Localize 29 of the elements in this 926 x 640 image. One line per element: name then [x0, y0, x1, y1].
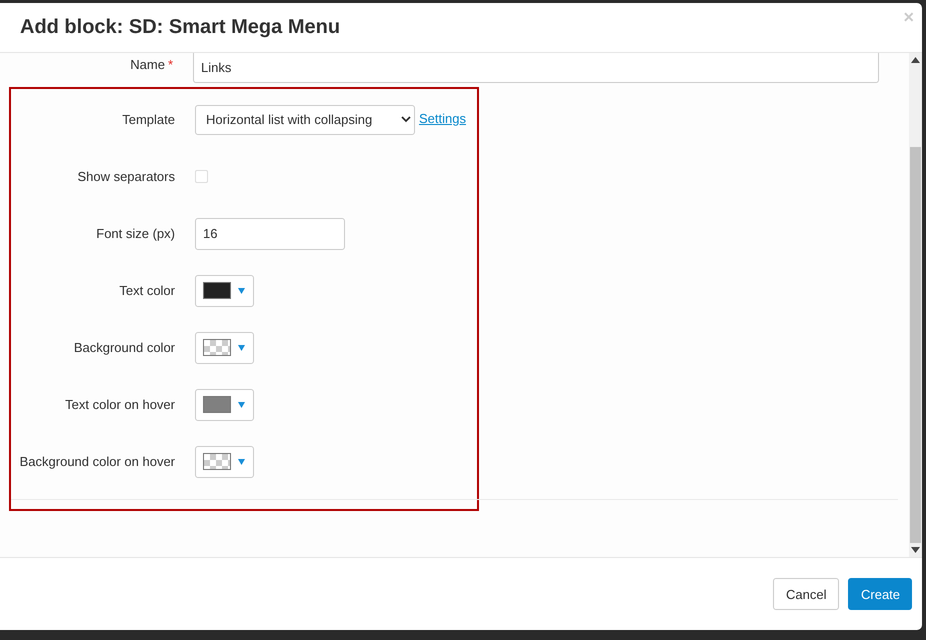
template-select[interactable]: Horizontal list with collapsing [195, 104, 415, 134]
color-picker[interactable] [195, 388, 254, 420]
field-label: Text color [119, 283, 175, 298]
scroll-down-icon[interactable] [911, 547, 920, 553]
field-label: Text color on hover [65, 397, 175, 412]
required-mark: * [168, 57, 173, 72]
field-label: Name [130, 57, 165, 72]
caret-icon [238, 288, 245, 294]
chevron-icon [401, 116, 411, 123]
color-picker[interactable] [195, 446, 254, 478]
create-button[interactable]: Create [848, 578, 912, 610]
field-label: Show separators [77, 169, 175, 184]
name-input[interactable]: Links [193, 53, 879, 83]
caret-icon [238, 402, 245, 408]
field-label: Background color [74, 340, 175, 355]
field-label: Font size (px) [96, 226, 175, 241]
color-picker[interactable] [195, 274, 254, 306]
font-size-input[interactable]: 16 [195, 218, 345, 250]
color-picker[interactable] [195, 332, 254, 364]
caret-icon [238, 458, 245, 464]
field-label: Background color on hover [20, 454, 175, 469]
settings-link[interactable]: Settings [419, 110, 466, 126]
scrollbar[interactable] [909, 53, 922, 557]
field-label: Template [122, 112, 175, 127]
dialog-title: Add block: SD: Smart Mega Menu [20, 16, 340, 39]
cancel-button[interactable]: Cancel [773, 578, 839, 610]
caret-icon [238, 344, 245, 350]
checkbox[interactable] [195, 170, 208, 183]
scroll-up-icon[interactable] [911, 57, 920, 63]
